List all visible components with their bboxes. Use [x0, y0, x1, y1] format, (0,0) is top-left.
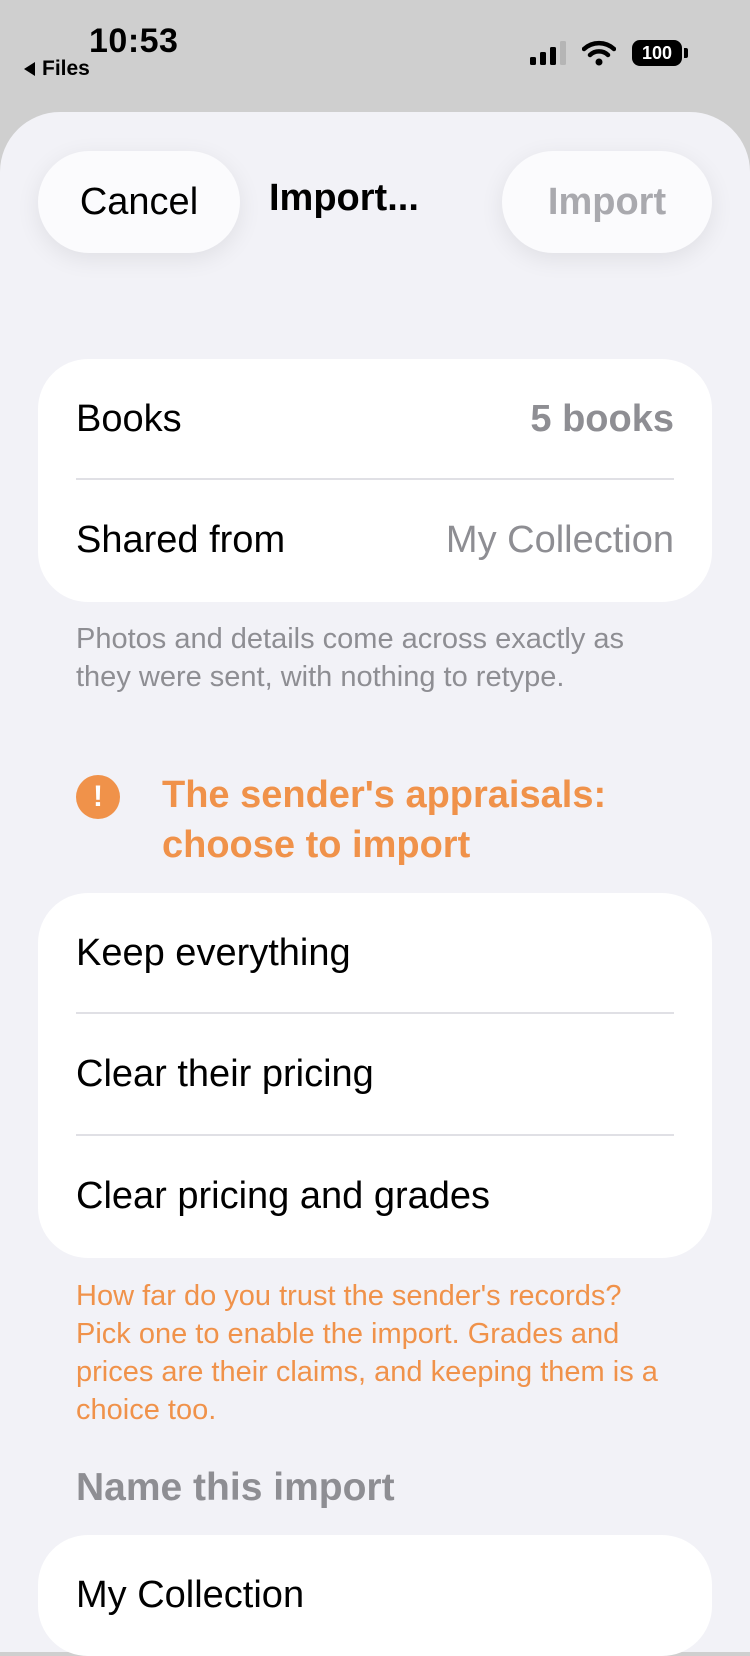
option-clear-pricing-and-grades[interactable]: Clear pricing and grades: [76, 1136, 674, 1257]
option-keep-everything[interactable]: Keep everything: [76, 893, 674, 1014]
option-label: Clear their pricing: [76, 1053, 374, 1095]
books-count: 5 books: [530, 398, 674, 440]
import-button[interactable]: Import: [502, 151, 712, 253]
shared-from-value: My Collection: [445, 519, 674, 561]
import-name-field[interactable]: My Collection: [76, 1535, 674, 1656]
cancel-button[interactable]: Cancel: [38, 151, 240, 253]
battery-level: 100: [632, 40, 682, 66]
battery-icon: 100: [632, 40, 688, 66]
shared-from-row: Shared from My Collection: [76, 480, 674, 601]
summary-footnote: Photos and details come across exactly a…: [76, 623, 625, 693]
back-arrow-icon: [24, 62, 35, 76]
back-label: Files: [42, 57, 90, 80]
status-bar: 10:53 Files 100: [0, 0, 750, 110]
option-label: Clear pricing and grades: [76, 1175, 491, 1217]
back-to-files-link[interactable]: Files: [24, 57, 90, 81]
name-import-header: Name this import: [76, 1466, 395, 1509]
clock: 10:53: [89, 22, 179, 60]
import-name-card: My Collection: [38, 1535, 712, 1656]
appraisals-warning-title: The sender's appraisals: choose to impor…: [162, 774, 607, 866]
books-row: Books 5 books: [76, 359, 674, 480]
sheet-title: Import...: [269, 177, 419, 219]
summary-card: Books 5 books Shared from My Collection: [38, 359, 712, 602]
appraisal-options-card: Keep everything Clear their pricing Clea…: [38, 893, 712, 1258]
cellular-signal-icon: [530, 41, 566, 65]
status-indicators: 100: [530, 40, 688, 66]
exclamation-circle-icon: !: [76, 775, 120, 819]
wifi-icon: [582, 40, 616, 66]
books-label: Books: [76, 398, 182, 440]
option-label: Keep everything: [76, 932, 351, 974]
trust-note: How far do you trust the sender's record…: [76, 1280, 658, 1426]
shared-from-label: Shared from: [76, 519, 286, 561]
option-clear-pricing[interactable]: Clear their pricing: [76, 1014, 674, 1135]
import-name-value: My Collection: [76, 1574, 305, 1616]
